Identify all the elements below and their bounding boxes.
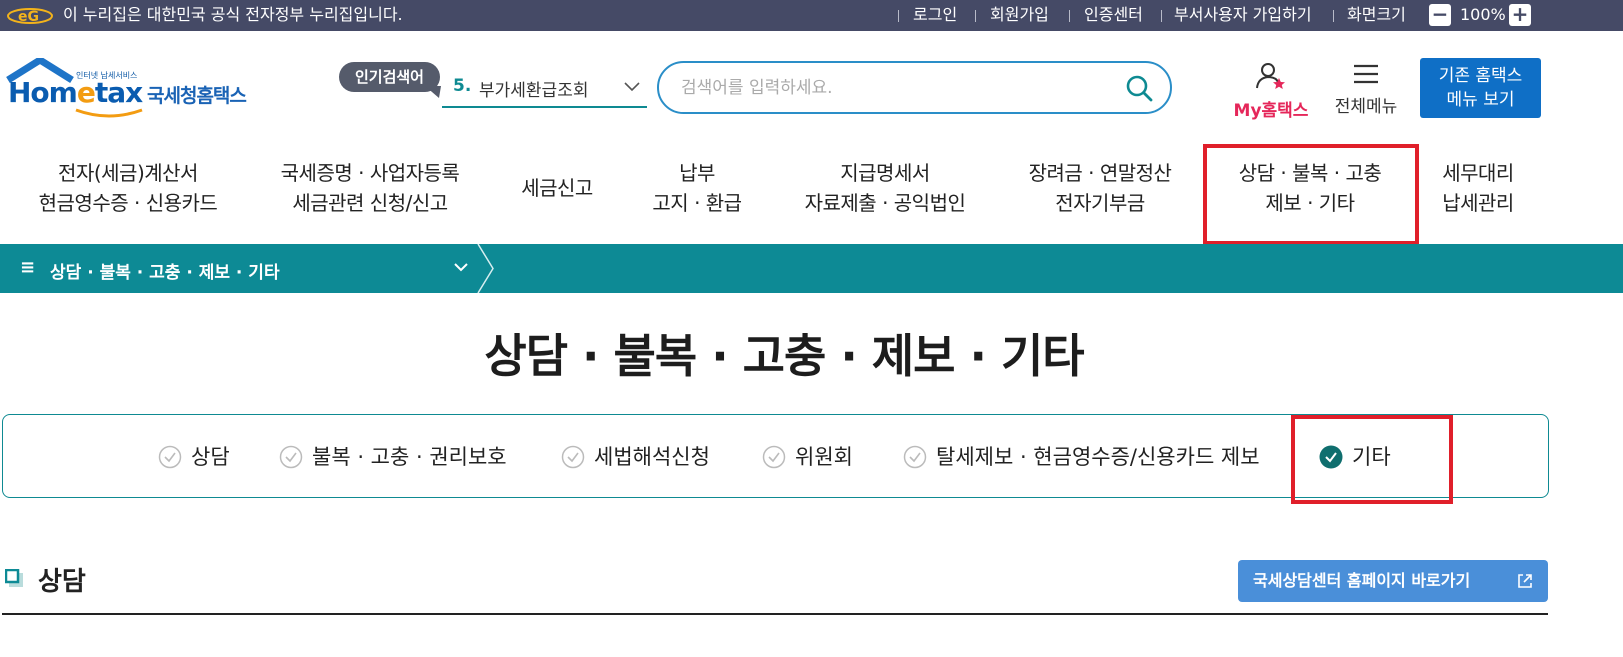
tab-label: 기타 bbox=[1352, 445, 1391, 469]
popular-search-select[interactable]: 5. 부가세환급조회 bbox=[442, 70, 647, 108]
gnb-label: 지급명세서 bbox=[840, 161, 930, 185]
my-hometax-button[interactable]: My홈택스 bbox=[1226, 62, 1316, 121]
gnb-consult-appeal[interactable]: 상담 · 불복 · 고충 제보 · 기타 bbox=[1212, 158, 1408, 218]
gnb-label: 고지 · 환급 bbox=[652, 191, 742, 215]
section-bullet-icon bbox=[5, 569, 23, 587]
divider bbox=[1161, 10, 1162, 22]
zoom-out-button[interactable]: − bbox=[1429, 4, 1451, 26]
gnb-label: 제보 · 기타 bbox=[1265, 191, 1355, 215]
gnb-tax-return[interactable]: 세금신고 bbox=[497, 173, 617, 203]
gnb-label: 납세관리 bbox=[1442, 191, 1514, 215]
check-circle-icon bbox=[561, 445, 585, 469]
user-star-icon bbox=[1256, 63, 1285, 89]
gnb-payment-statement[interactable]: 지급명세서 자료제출 · 공익법인 bbox=[780, 158, 990, 218]
divider bbox=[1069, 10, 1070, 22]
badge-tail-icon bbox=[425, 86, 441, 98]
gnb-label: 전자(세금)계산서 bbox=[58, 161, 198, 185]
logo-wordmark: Hometax bbox=[8, 76, 143, 109]
breadcrumb-separator-icon bbox=[477, 244, 494, 293]
gnb-payment[interactable]: 납부 고지 · 환급 bbox=[637, 158, 757, 218]
legacy-menu-line2: 메뉴 보기 bbox=[1446, 90, 1515, 110]
legacy-menu-button[interactable]: 기존 홈택스 메뉴 보기 bbox=[1420, 58, 1541, 118]
cert-center-link[interactable]: 인증센터 bbox=[1084, 5, 1143, 25]
gov-banner: eG 이 누리집은 대한민국 공식 전자정부 누리집입니다. 로그인 회원가입 … bbox=[0, 0, 1623, 31]
zoom-value: 100% bbox=[1460, 5, 1506, 24]
check-circle-icon bbox=[903, 445, 927, 469]
gnb-label: 상담 · 불복 · 고충 bbox=[1238, 161, 1382, 185]
consult-center-link-label: 국세상담센터 홈페이지 바로가기 bbox=[1253, 571, 1471, 590]
divider bbox=[1333, 10, 1334, 22]
gnb-certificates[interactable]: 국세증명 · 사업자등록 세금관련 신청/신고 bbox=[260, 158, 480, 218]
gnb-label: 세무대리 bbox=[1442, 161, 1514, 185]
gnb-label: 세금관련 신청/신고 bbox=[292, 191, 448, 215]
check-circle-icon bbox=[279, 445, 303, 469]
popular-term: 부가세환급조회 bbox=[479, 81, 589, 101]
popular-rank: 5. bbox=[453, 76, 472, 96]
chevron-down-icon bbox=[624, 82, 640, 92]
breadcrumb-bar: ≡ 상담 · 불복 · 고충 · 제보 · 기타 bbox=[0, 244, 1623, 293]
sub-tab-bar: 상담 불복 · 고충 · 권리보호 세법해석신청 위원회 탈세제보 · 현금영수… bbox=[2, 414, 1549, 498]
legacy-menu-line1: 기존 홈택스 bbox=[1438, 66, 1523, 86]
gnb-e-invoice[interactable]: 전자(세금)계산서 현금영수증 · 신용카드 bbox=[18, 158, 238, 218]
breadcrumb-dropdown[interactable]: ≡ 상담 · 불복 · 고충 · 제보 · 기타 bbox=[0, 244, 480, 293]
divider bbox=[898, 10, 899, 22]
join-link[interactable]: 회원가입 bbox=[990, 5, 1049, 25]
gnb-tax-agent[interactable]: 세무대리 납세관리 bbox=[1422, 158, 1534, 218]
svg-text:eG: eG bbox=[18, 9, 39, 25]
hometax-logo[interactable]: 인터넷 납세서비스 Hometax 국세청홈택스 bbox=[4, 58, 264, 124]
egov-logo-icon: eG bbox=[7, 8, 53, 25]
chevron-down-icon bbox=[454, 263, 468, 272]
tab-label: 불복 · 고충 · 권리보호 bbox=[312, 445, 507, 469]
zoom-label: 화면크기 bbox=[1347, 5, 1406, 24]
logo-swoosh-icon bbox=[75, 108, 143, 118]
zoom-in-button[interactable]: + bbox=[1509, 4, 1531, 26]
search-icon[interactable] bbox=[1125, 74, 1153, 102]
dept-user-join-link[interactable]: 부서사용자 가입하기 bbox=[1174, 5, 1312, 25]
gnb-label: 납부 bbox=[679, 161, 715, 185]
all-menu-label: 전체메뉴 bbox=[1334, 97, 1398, 117]
check-circle-icon bbox=[158, 445, 182, 469]
gnb-incentives[interactable]: 장려금 · 연말정산 전자기부금 bbox=[1010, 158, 1190, 218]
gov-notice-text: 이 누리집은 대한민국 공식 전자정부 누리집입니다. bbox=[63, 5, 403, 24]
gnb-label: 전자기부금 bbox=[1055, 191, 1145, 215]
external-link-icon bbox=[1518, 574, 1532, 588]
tab-label: 위원회 bbox=[795, 445, 853, 469]
check-circle-filled-icon bbox=[1319, 445, 1343, 469]
search-input[interactable] bbox=[681, 75, 1111, 101]
section-title: 상담 bbox=[38, 567, 86, 597]
tab-label: 세법해석신청 bbox=[594, 445, 710, 469]
hamburger-icon bbox=[1354, 64, 1378, 84]
search-box bbox=[657, 61, 1172, 114]
menu-lines-icon: ≡ bbox=[20, 257, 36, 278]
all-menu-button[interactable]: 전체메뉴 bbox=[1326, 62, 1406, 117]
gnb-label: 현금영수증 · 신용카드 bbox=[38, 191, 218, 215]
logo-korean-name: 국세청홈택스 bbox=[147, 85, 247, 107]
gnb-label: 장려금 · 연말정산 bbox=[1028, 161, 1172, 185]
check-circle-icon bbox=[762, 445, 786, 469]
section-divider bbox=[2, 613, 1548, 615]
consult-center-link-button[interactable]: 국세상담센터 홈페이지 바로가기 bbox=[1238, 560, 1548, 602]
gnb-label: 세금신고 bbox=[521, 176, 593, 200]
page-title: 상담 · 불복 · 고충 · 제보 · 기타 bbox=[484, 329, 1084, 383]
tab-label: 상담 bbox=[191, 445, 230, 469]
gnb-label: 국세증명 · 사업자등록 bbox=[280, 161, 460, 185]
divider bbox=[975, 10, 976, 22]
my-hometax-label: My홈택스 bbox=[1233, 101, 1309, 121]
breadcrumb-current: 상담 · 불복 · 고충 · 제보 · 기타 bbox=[50, 263, 280, 283]
tab-label: 탈세제보 · 현금영수증/신용카드 제보 bbox=[936, 445, 1260, 469]
gnb-label: 자료제출 · 공익법인 bbox=[804, 191, 966, 215]
login-link[interactable]: 로그인 bbox=[913, 5, 957, 25]
